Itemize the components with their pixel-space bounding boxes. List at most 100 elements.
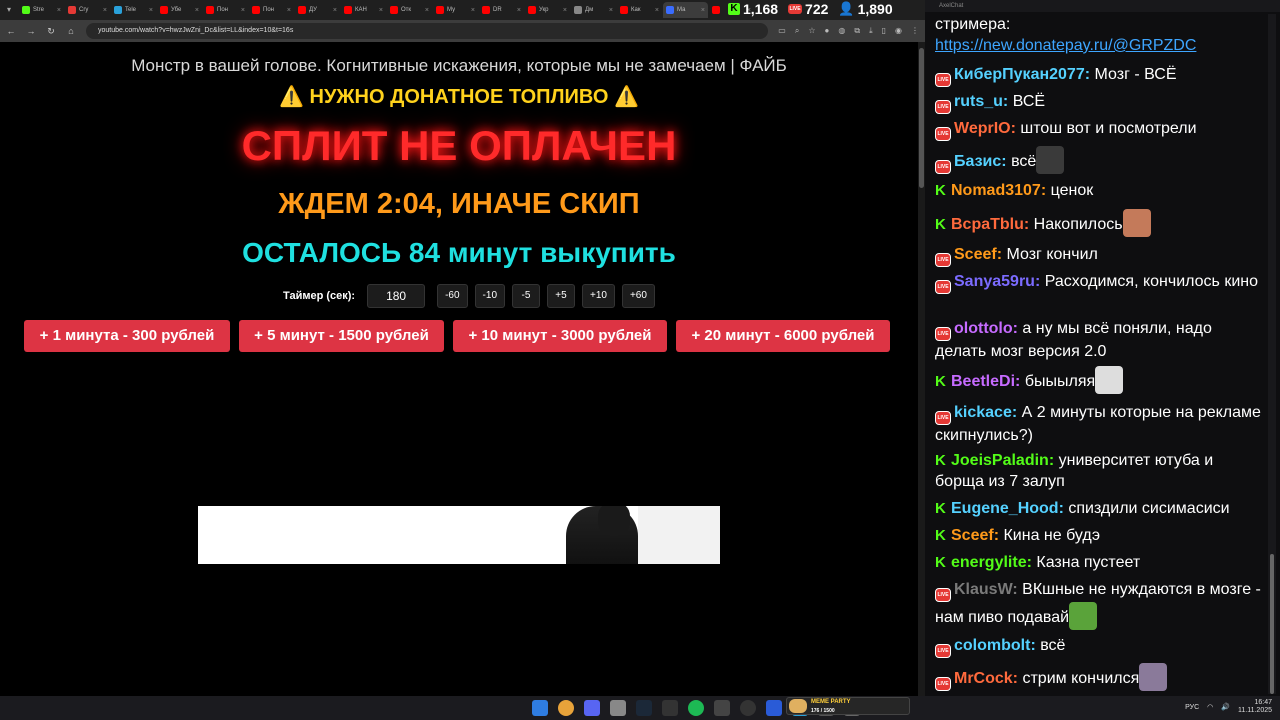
browser-tab[interactable]: Укр × <box>525 2 570 18</box>
donate-time-button[interactable]: + 10 минут - 3000 рублей <box>453 320 667 352</box>
explorer-icon[interactable] <box>714 700 730 716</box>
person-head <box>598 506 630 536</box>
chat-username[interactable]: energylite: <box>951 554 1032 571</box>
tab-close-icon[interactable]: × <box>655 7 659 14</box>
volume-icon[interactable]: 🔊 <box>1221 703 1230 711</box>
chat-username[interactable]: Sceef: <box>951 527 999 544</box>
tab-close-icon[interactable]: × <box>563 7 567 14</box>
chat-username[interactable]: КиберПукан2077: <box>954 66 1090 83</box>
keyboard-language[interactable]: РУС <box>1185 704 1199 711</box>
chat-username[interactable]: KlausW: <box>954 581 1018 598</box>
tab-close-icon[interactable]: × <box>333 7 337 14</box>
timer-adjust-button[interactable]: +5 <box>547 284 575 308</box>
browser-tab[interactable]: ДУ × <box>295 2 340 18</box>
extension-icon[interactable]: ◍ <box>838 26 845 36</box>
chat-username[interactable]: Базис: <box>954 153 1007 170</box>
browser-tab[interactable]: Пон × <box>249 2 294 18</box>
donate-time-button[interactable]: + 1 минута - 300 рублей <box>24 320 230 352</box>
page-scroll-thumb[interactable] <box>919 48 924 188</box>
spotify-icon[interactable] <box>688 700 704 716</box>
browser-tab[interactable]: Дм × <box>571 2 616 18</box>
chat-username[interactable]: MrCock: <box>954 670 1018 687</box>
tab-close-icon[interactable]: × <box>103 7 107 14</box>
reload-icon[interactable]: ↻ <box>46 26 56 37</box>
sidebar-icon[interactable]: ▯ <box>882 26 886 36</box>
app-icon[interactable] <box>662 700 678 716</box>
tab-close-icon[interactable]: × <box>701 7 705 14</box>
chrome-icon[interactable] <box>558 700 574 716</box>
clock[interactable]: 16:47 11.11.2025 <box>1238 699 1272 715</box>
chat-scrollbar[interactable] <box>1268 14 1276 694</box>
page-scrollbar[interactable] <box>918 42 925 696</box>
zoom-icon[interactable]: ⌕ <box>795 26 799 36</box>
timer-adjust-button[interactable]: -5 <box>512 284 540 308</box>
timer-adjust-button[interactable]: -60 <box>437 284 468 308</box>
tab-favicon-icon <box>436 6 444 14</box>
timer-adjust-button[interactable]: +10 <box>582 284 615 308</box>
tab-close-icon[interactable]: × <box>609 7 613 14</box>
browser-tab[interactable]: Убе × <box>157 2 202 18</box>
tab-close-icon[interactable]: × <box>241 7 245 14</box>
browser-tab[interactable]: Stre × <box>19 2 64 18</box>
chat-username[interactable]: colombolt: <box>954 637 1036 654</box>
wifi-icon[interactable]: ◠ <box>1207 703 1213 711</box>
browser-tab[interactable]: Cry × <box>65 2 110 18</box>
timer-adjust-button[interactable]: +60 <box>621 284 655 308</box>
chat-username[interactable]: WeprIO: <box>954 120 1016 137</box>
download-icon[interactable]: ⤓ <box>869 26 873 36</box>
chat-username[interactable]: Sceef: <box>954 246 1002 263</box>
timer-input[interactable]: 180 <box>367 284 426 308</box>
back-icon[interactable]: ← <box>6 26 16 36</box>
tab-close-icon[interactable]: × <box>425 7 429 14</box>
chat-username[interactable]: JoeisPaladin: <box>951 452 1054 469</box>
chat-username[interactable]: BeetleDi: <box>951 373 1020 390</box>
browser-tab[interactable]: Му × <box>433 2 478 18</box>
chat-username[interactable]: kickace: <box>954 404 1017 421</box>
donate-link[interactable]: https://new.donatepay.ru/@GRPZDC <box>935 35 1265 56</box>
chat-username[interactable]: olottolo: <box>954 320 1018 337</box>
chat-username[interactable]: Nomad3107: <box>951 182 1046 199</box>
chat-username[interactable]: ruts_u: <box>954 93 1008 110</box>
extension-dot-icon[interactable]: ● <box>825 26 830 36</box>
chat-username[interactable]: Eugene_Hood: <box>951 500 1064 517</box>
forward-icon[interactable]: → <box>26 26 36 36</box>
browser-tab[interactable]: DR × <box>479 2 524 18</box>
donate-time-button[interactable]: + 20 минут - 6000 рублей <box>676 320 890 352</box>
tab-close-icon[interactable]: × <box>517 7 521 14</box>
tab-search-icon[interactable]: ▾ <box>0 2 18 18</box>
tab-close-icon[interactable]: × <box>57 7 61 14</box>
browser-tab[interactable]: КАН × <box>341 2 386 18</box>
browser-tab[interactable]: Ма × <box>663 2 708 18</box>
menu-icon[interactable]: ⋮ <box>911 26 919 36</box>
tab-close-icon[interactable]: × <box>287 7 291 14</box>
tab-close-icon[interactable]: × <box>149 7 153 14</box>
donate-time-button[interactable]: + 5 минут - 1500 рублей <box>239 320 444 352</box>
player-icon[interactable] <box>766 700 782 716</box>
kick-badge-icon <box>935 525 948 546</box>
chat-scroll-thumb[interactable] <box>1270 554 1274 694</box>
star-icon[interactable]: ☆ <box>808 26 815 36</box>
tab-close-icon[interactable]: × <box>379 7 383 14</box>
tab-close-icon[interactable]: × <box>195 7 199 14</box>
profile-icon[interactable]: ◉ <box>895 26 902 36</box>
puzzle-icon[interactable]: ⧉ <box>854 26 860 36</box>
browser-tab[interactable]: Как × <box>617 2 662 18</box>
discord-icon[interactable] <box>584 700 600 716</box>
chat-username[interactable]: Sanya59ru: <box>954 273 1040 290</box>
chat-username[interactable]: ВсраТblu: <box>951 216 1029 233</box>
browser-tab[interactable]: Отк × <box>387 2 432 18</box>
tab-close-icon[interactable]: × <box>471 7 475 14</box>
chat-text: штош вот и посмотрели <box>1020 120 1197 137</box>
obs-icon[interactable] <box>740 700 756 716</box>
video-frame[interactable] <box>198 506 720 564</box>
windows-start-icon[interactable] <box>532 700 548 716</box>
home-icon[interactable]: ⌂ <box>66 26 76 36</box>
timer-adjust-button[interactable]: -10 <box>474 284 505 308</box>
settings-icon[interactable] <box>610 700 626 716</box>
steam-icon[interactable] <box>636 700 652 716</box>
cast-icon[interactable]: ▭ <box>778 26 786 36</box>
minutes-remaining: ОСТАЛОСЬ 84 минут выкупить <box>242 237 676 268</box>
browser-tab[interactable]: Пон × <box>203 2 248 18</box>
browser-tab[interactable]: Tele × <box>111 2 156 18</box>
url-field[interactable]: youtube.com/watch?v=hwzJwZni_Dc&list=LL&… <box>86 23 769 39</box>
